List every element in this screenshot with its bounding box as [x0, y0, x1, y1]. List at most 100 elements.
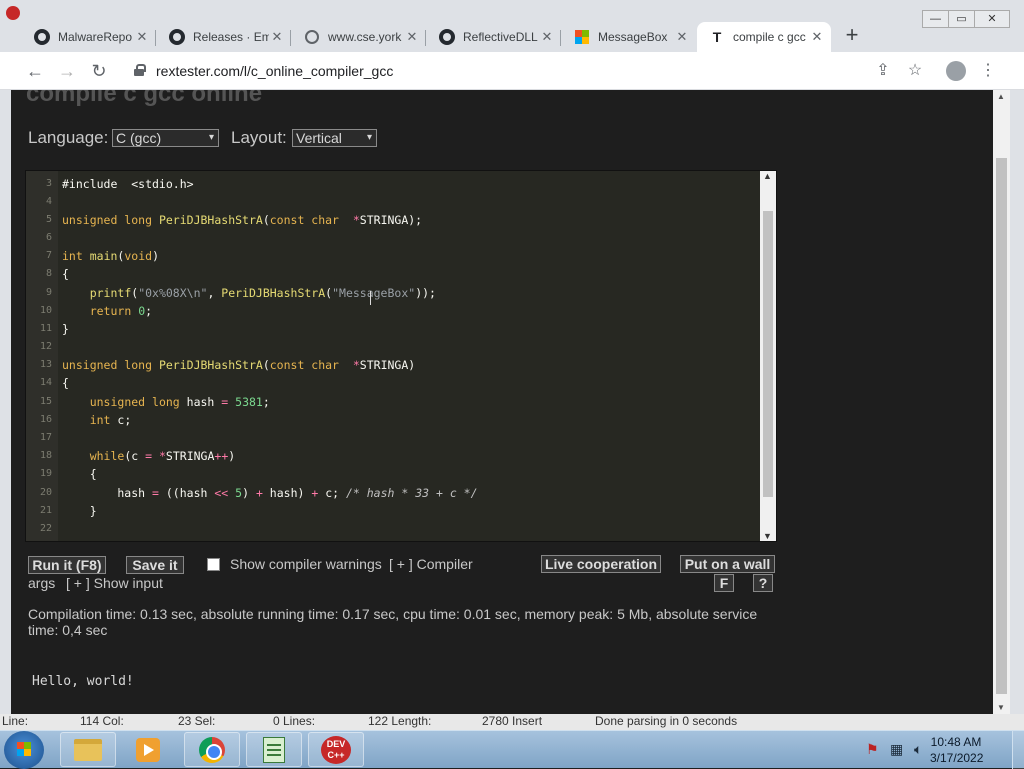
program-output: Hello, world! [32, 674, 134, 689]
clock-date: 3/17/2022 [930, 751, 984, 765]
scroll-down-icon[interactable]: ▼ [763, 531, 772, 541]
status-strip: Line: 114 Col: 23 Sel: 0 Lines: 122 Leng… [0, 714, 1024, 730]
editor-scrollbar[interactable]: ▲ ▼ [760, 171, 776, 541]
tab-title: www.cse.york [328, 30, 402, 44]
code-editor[interactable]: 3 #include <stdio.h> 4 5 unsigned long Per… [25, 170, 777, 542]
back-icon[interactable]: ← [24, 60, 46, 82]
tab-reflectivedll[interactable]: ReflectiveDLL ✕ [427, 22, 561, 52]
put-on-wall-button[interactable]: Put on a wall [680, 555, 775, 573]
window-controls: — ▭ ✕ [922, 10, 1010, 28]
explorer-taskbar-button[interactable] [60, 732, 116, 767]
show-input-toggle[interactable]: [ + ] Show input [66, 575, 163, 591]
help-button[interactable]: ? [753, 574, 773, 592]
devcpp-icon: DEV C++ [321, 735, 351, 764]
notepad-icon [263, 736, 285, 763]
tab-messagebox[interactable]: MessageBox ✕ [562, 22, 696, 52]
chrome-taskbar-button[interactable] [184, 732, 240, 767]
start-button[interactable] [4, 731, 44, 769]
run-button[interactable]: Run it (F8) [28, 556, 106, 574]
github-icon [439, 29, 455, 45]
folder-icon [74, 738, 102, 761]
code-line: 20 hash = ((hash << 5) + hash) + c; /* h… [39, 486, 478, 500]
language-label: Language: [28, 128, 109, 147]
close-tab-icon[interactable]: ✕ [404, 29, 420, 45]
language-select[interactable]: C (gcc) ▾ [112, 129, 219, 147]
scroll-up-icon[interactable]: ▲ [997, 92, 1005, 101]
editor-scroll-thumb[interactable] [763, 211, 773, 497]
status-lines: 0 Lines: [273, 714, 316, 728]
flag-icon[interactable]: ⚑ [866, 741, 879, 758]
status-insert: 2780 Insert [482, 714, 543, 728]
text-cursor-icon [370, 291, 376, 305]
tab-releases[interactable]: Releases · Em ✕ [157, 22, 291, 52]
tab-strip: MalwareRepo ✕ Releases · Em ✕ www.cse.yo… [0, 0, 1024, 52]
chevron-down-icon: ▾ [208, 132, 214, 143]
maximize-icon[interactable]: ▭ [949, 11, 975, 27]
chrome-icon [199, 736, 225, 763]
execution-stats: Compilation time: 0.13 sec, absolute run… [28, 606, 758, 638]
page-scrollbar[interactable]: ▲ ▼ [993, 90, 1010, 714]
save-button[interactable]: Save it [126, 556, 184, 574]
code-line: 16 int c; [39, 413, 132, 427]
layout-value: Vertical [296, 130, 342, 146]
code-line: 10 return 0; [39, 304, 153, 318]
status-line: Line: [2, 714, 29, 728]
status-parse: Done parsing in 0 seconds [595, 714, 738, 728]
status-length: 122 Length: [368, 714, 432, 728]
close-tab-icon[interactable]: ✕ [674, 29, 690, 45]
show-desktop-button[interactable] [1012, 731, 1024, 769]
close-window-icon[interactable]: ✕ [975, 11, 1009, 27]
code-line: 3 #include <stdio.h> [45, 177, 194, 191]
code-line: 22 [39, 523, 52, 534]
rextester-icon: T [712, 29, 722, 45]
share-icon[interactable]: ⇪ [873, 61, 893, 81]
code-line: 15 unsigned long hash = 5381; [39, 395, 270, 409]
profile-avatar-icon[interactable] [946, 61, 966, 81]
reload-icon[interactable]: ↻ [88, 60, 110, 82]
scroll-up-icon[interactable]: ▲ [763, 171, 772, 181]
forward-icon[interactable]: → [56, 60, 78, 82]
code-line: 11} [39, 322, 69, 336]
scroll-down-icon[interactable]: ▼ [997, 703, 1005, 712]
fullscreen-button[interactable]: F [714, 574, 734, 592]
tab-compile-c-gcc[interactable]: T compile c gcc ✕ [697, 22, 831, 52]
code-line: 14{ [39, 376, 69, 390]
show-warnings-label: Show compiler warnings [230, 556, 382, 572]
page-scroll-thumb[interactable] [996, 158, 1007, 694]
clock[interactable]: 10:48 AM 3/17/2022 [930, 734, 984, 766]
browser-toolbar: ← → ↻ rextester.com/l/c_online_compiler_… [0, 52, 1024, 90]
media-player-taskbar-button[interactable] [120, 732, 176, 767]
show-warnings-checkbox[interactable] [207, 558, 220, 571]
close-tab-icon[interactable]: ✕ [809, 29, 825, 45]
code-line: 13 unsigned long PeriDJBHashStrA(const ch… [39, 358, 416, 372]
live-cooperation-button[interactable]: Live cooperation [541, 555, 661, 573]
taskbar: DEV C++ ⚑ ▦ 🔈︎ 10:48 AM 3/17/2022 [0, 730, 1024, 769]
new-tab-button[interactable]: + [840, 24, 864, 48]
address-bar[interactable]: rextester.com/l/c_online_compiler_gcc [156, 63, 393, 79]
code-line: 21 } [39, 504, 97, 518]
page-content: compile c gcc online Language: C (gcc) ▾… [11, 90, 993, 714]
status-sel: 23 Sel: [178, 714, 216, 728]
close-tab-icon[interactable]: ✕ [269, 29, 285, 45]
volume-icon[interactable]: 🔈︎ [914, 741, 922, 758]
tab-title: ReflectiveDLL [463, 30, 538, 44]
lock-icon[interactable] [134, 64, 146, 76]
layout-select[interactable]: Vertical ▾ [292, 129, 377, 147]
close-tab-icon[interactable]: ✕ [539, 29, 555, 45]
code-line: 18 while(c = *STRINGA++) [39, 449, 236, 463]
browser-window: MalwareRepo ✕ Releases · Em ✕ www.cse.yo… [0, 0, 1024, 730]
tab-malwarerepo[interactable]: MalwareRepo ✕ [22, 22, 156, 52]
browser-menu-icon[interactable]: ⋮ [978, 61, 998, 81]
tab-cse-york[interactable]: www.cse.york ✕ [292, 22, 426, 52]
code-line: 19 { [39, 467, 97, 481]
bookmark-star-icon[interactable]: ☆ [905, 61, 925, 81]
network-icon[interactable]: ▦ [890, 741, 903, 758]
media-player-icon [136, 737, 160, 762]
devcpp-taskbar-button[interactable]: DEV C++ [308, 732, 364, 767]
close-tab-icon[interactable]: ✕ [134, 29, 150, 45]
minimize-icon[interactable]: — [923, 11, 949, 27]
notepad-taskbar-button[interactable] [246, 732, 302, 767]
layout-label: Layout: [231, 128, 287, 147]
microsoft-icon [574, 29, 590, 45]
compiler-args-toggle[interactable]: [ + ] Compiler [389, 556, 473, 572]
